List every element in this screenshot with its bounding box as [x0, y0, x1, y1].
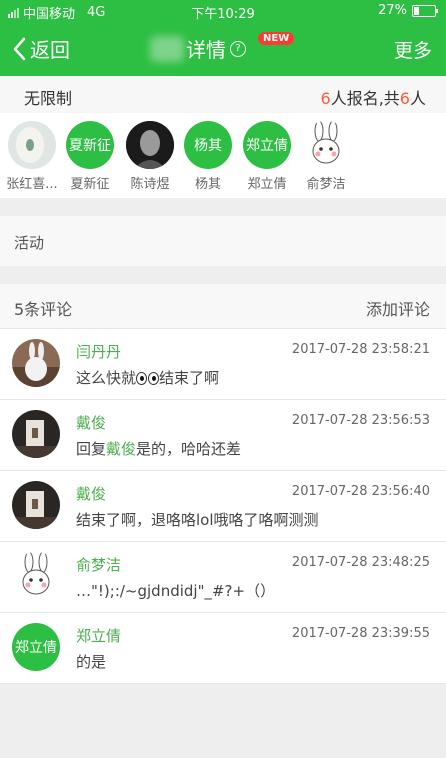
comment-item[interactable]: 闫丹丹 2017-07-28 23:58:21 这么快就 结束了啊 [0, 329, 446, 400]
bunny-photo-icon [12, 339, 60, 387]
reply-prefix: 回复 [76, 440, 107, 458]
new-badge: NEW [258, 32, 295, 45]
comment-item[interactable]: 戴俊 2017-07-28 23:56:40 结束了啊，退咯咯lol哦咯了咯啊测… [0, 471, 446, 542]
more-button[interactable]: 更多 [394, 36, 432, 63]
comment-count: 5条评论 [14, 300, 73, 319]
comment-item[interactable]: 戴俊 2017-07-28 23:56:53 回复戴俊是的，哈哈还差 [0, 400, 446, 471]
reply-to-user[interactable]: 戴俊 [106, 440, 136, 458]
divider [0, 198, 446, 216]
avatar [8, 121, 56, 169]
avatar [12, 481, 60, 529]
comment-text-after: 结束了啊 [159, 369, 220, 387]
comment-time: 2017-07-28 23:39:55 [291, 626, 430, 641]
battery-percent: 27% [378, 3, 407, 18]
comment-body: 是的，哈哈还差 [136, 440, 242, 458]
avatar [12, 339, 60, 387]
nav-bar: 返回 详情 ? NEW 更多 [0, 22, 446, 76]
figure-photo-icon [12, 410, 60, 458]
activity-section[interactable]: 活动 [0, 216, 446, 266]
divider [0, 266, 446, 284]
comment-author[interactable]: 俞梦洁 [76, 554, 121, 575]
comment-text-before: 这么快就 [76, 369, 137, 387]
comment-text: 结束了啊，退咯咯lol哦咯了咯啊测测 [76, 511, 319, 529]
avatar: 郑立倩 [12, 623, 60, 671]
bunny-icon [312, 121, 340, 164]
comment-item[interactable]: 郑立倩 郑立倩 2017-07-28 23:39:55 的是 [0, 613, 446, 684]
limit-label: 无限制 [24, 89, 73, 108]
status-bar: 中国移动 4G 下午10:29 27% [0, 0, 446, 22]
signup-count: 6人报名,共6人 [321, 85, 426, 109]
total-suffix: 人 [409, 89, 426, 108]
bunny-icon [22, 552, 50, 595]
comment-time: 2017-07-28 23:56:40 [291, 484, 430, 499]
thread-spool-icon [8, 121, 56, 169]
member-item[interactable]: 俞梦洁 [296, 121, 356, 192]
back-label: 返回 [30, 38, 70, 62]
avatar [12, 410, 60, 458]
comment-author[interactable]: 戴俊 [76, 483, 106, 504]
member-name: 夏新征 [70, 177, 110, 192]
comment-author[interactable]: 戴俊 [76, 412, 106, 433]
comment-time: 2017-07-28 23:56:53 [291, 413, 430, 428]
signed-count: 6 [320, 89, 331, 108]
help-icon[interactable]: ? [230, 40, 246, 57]
status-right: 27% [378, 3, 438, 18]
comments-header: 5条评论 添加评论 [0, 284, 446, 329]
comment-text: 这么快就 结束了啊 [76, 367, 219, 388]
bottom-spacer [0, 684, 446, 758]
avatar: 夏新征 [66, 121, 114, 169]
comment-author[interactable]: 闫丹丹 [76, 341, 121, 362]
member-name: 郑立倩 [247, 177, 287, 192]
member-name: 俞梦洁 [306, 177, 346, 192]
total-count: 6 [399, 89, 410, 108]
avatar [302, 121, 350, 169]
avatar [126, 121, 174, 169]
page-title-text: 详情 [186, 38, 226, 62]
eyes-emoji-icon [136, 372, 160, 385]
add-comment-button[interactable]: 添加评论 [366, 296, 430, 320]
avatar: 杨其 [184, 121, 232, 169]
signed-suffix: 人报名,共 [330, 89, 400, 108]
figure-photo-icon [12, 481, 60, 529]
blurred-title-prefix [150, 35, 184, 62]
comment-time: 2017-07-28 23:48:25 [291, 555, 430, 570]
comment-text: 的是 [76, 653, 107, 671]
avatar: 郑立倩 [243, 121, 291, 169]
chevron-left-icon [13, 37, 26, 60]
avatar [12, 552, 60, 600]
comment-text: 回复戴俊是的，哈哈还差 [76, 438, 241, 459]
member-name: 张红喜... [6, 177, 58, 192]
activity-label: 活动 [14, 234, 45, 252]
comment-time: 2017-07-28 23:58:21 [291, 342, 430, 357]
member-item[interactable]: 张红喜... [2, 121, 62, 192]
battery-fill [414, 6, 419, 15]
member-list: 张红喜... 夏新征 夏新征 陈诗煜 杨其 杨其 郑立倩 郑立倩 俞梦洁 [0, 113, 446, 198]
member-item[interactable]: 郑立倩 郑立倩 [237, 121, 297, 192]
page-title: 详情 ? [150, 34, 246, 63]
member-item[interactable]: 夏新征 夏新征 [60, 121, 120, 192]
signup-summary: 无限制 6人报名,共6人 [0, 76, 446, 113]
comment-item[interactable]: 俞梦洁 2017-07-28 23:48:25 …"!);:/~gjdndidj… [0, 542, 446, 613]
portrait-photo-icon [126, 121, 174, 169]
member-name: 杨其 [194, 177, 221, 192]
battery-icon [412, 4, 438, 17]
member-name: 陈诗煜 [130, 177, 170, 192]
member-item[interactable]: 杨其 杨其 [178, 121, 238, 192]
comment-text: …"!);:/~gjdndidj"_#?+（） [76, 582, 276, 600]
back-button[interactable]: 返回 [12, 34, 70, 63]
member-item[interactable]: 陈诗煜 [120, 121, 180, 192]
comment-author[interactable]: 郑立倩 [76, 625, 121, 646]
